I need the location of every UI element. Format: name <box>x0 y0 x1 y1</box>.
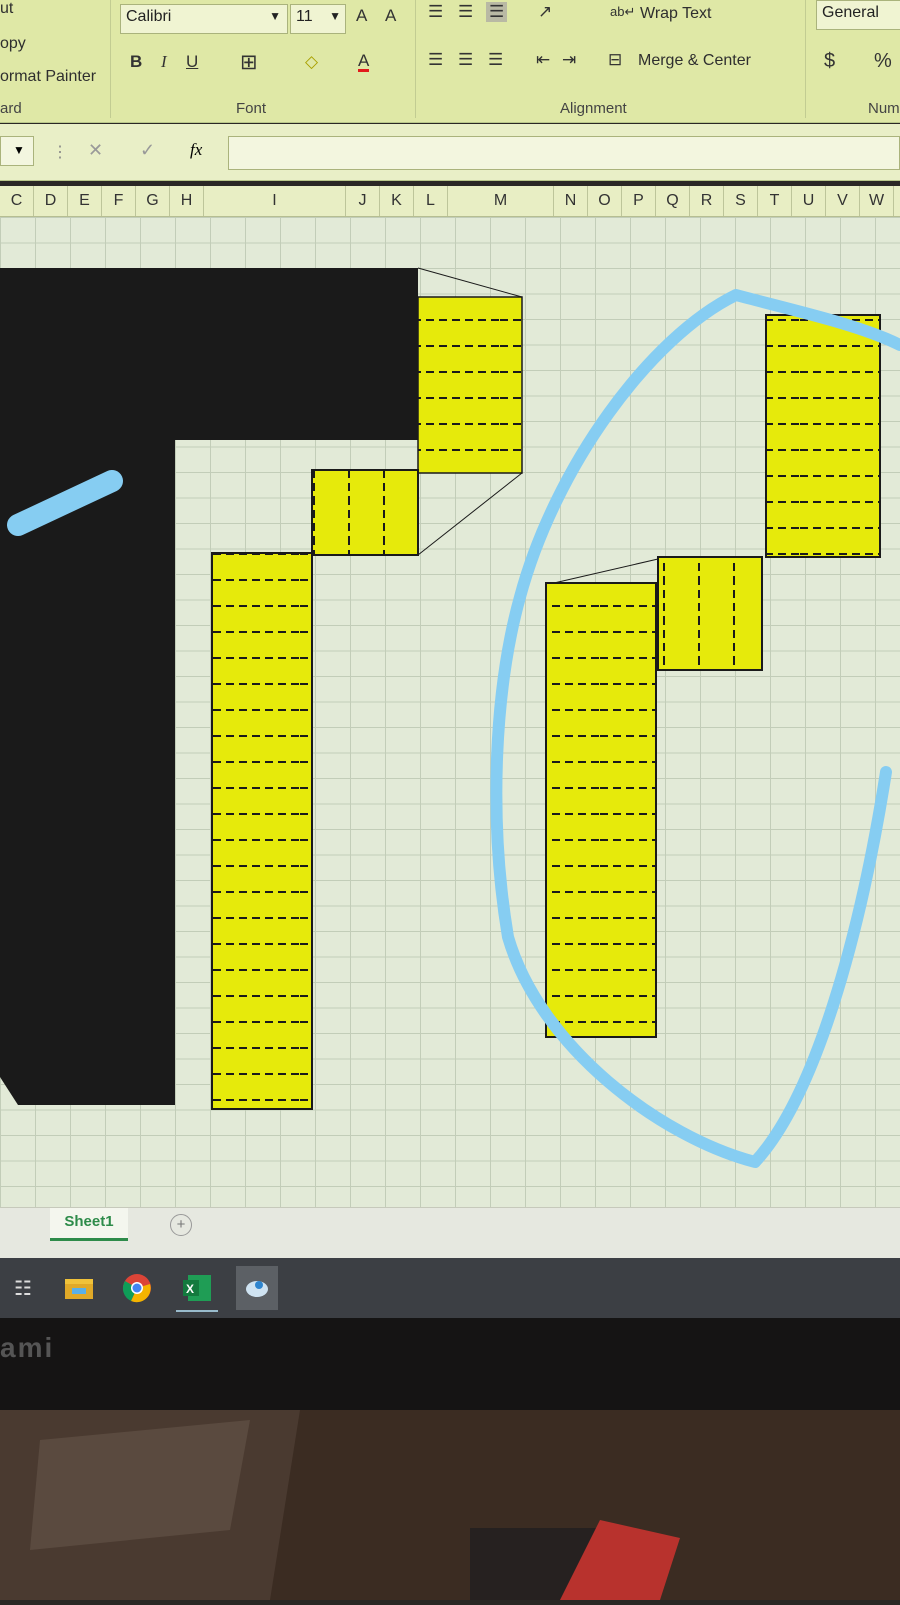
yellow-block <box>657 556 763 671</box>
column-header-t[interactable]: T <box>758 186 792 216</box>
monitor-brand-logo: ami <box>0 1332 55 1363</box>
percent-button[interactable]: % <box>874 50 892 73</box>
align-center-icon[interactable]: ☰ <box>458 50 473 70</box>
column-header-v[interactable]: V <box>826 186 860 216</box>
formula-bar: ▼ ⋮ ✕ ✓ fx <box>0 124 900 181</box>
column-header-k[interactable]: K <box>380 186 414 216</box>
taskbar: ☷ X <box>0 1258 900 1318</box>
ribbon: ut opy ormat Painter ard Calibri ▼ 11 ▼ … <box>0 0 900 123</box>
chevron-down-icon: ▼ <box>269 9 281 23</box>
monitor-bezel: ami <box>0 1318 900 1410</box>
column-header-m[interactable]: M <box>448 186 554 216</box>
align-middle-icon[interactable]: ☰ <box>458 2 473 22</box>
black-shape <box>0 268 418 1105</box>
align-left-icon[interactable]: ☰ <box>428 50 443 70</box>
orientation-icon[interactable]: ↗ <box>538 2 552 22</box>
column-header-c[interactable]: C <box>0 186 34 216</box>
sheet-tab-sheet1[interactable]: Sheet1 <box>50 1208 128 1241</box>
worksheet-grid[interactable] <box>0 217 900 1207</box>
font-size-value: 11 <box>296 8 313 25</box>
font-size-dropdown[interactable]: 11 ▼ <box>290 4 346 34</box>
column-header-h[interactable]: H <box>170 186 204 216</box>
column-headers: CDEFGHIJKLMNOPQRSTUVW <box>0 186 900 217</box>
snipping-tool-icon[interactable] <box>236 1266 278 1310</box>
wrap-text-icon: ab↵ <box>610 4 636 19</box>
align-right-icon[interactable]: ☰ <box>488 50 503 70</box>
column-header-q[interactable]: Q <box>656 186 690 216</box>
currency-button[interactable]: $ <box>824 50 835 73</box>
alignment-group-label: Alignment <box>560 100 627 117</box>
wrap-text-button[interactable]: Wrap Text <box>640 5 711 23</box>
yellow-block <box>311 469 419 556</box>
chevron-down-icon: ▼ <box>329 9 341 23</box>
column-header-o[interactable]: O <box>588 186 622 216</box>
column-header-i[interactable]: I <box>204 186 346 216</box>
connector-line <box>417 472 523 556</box>
ribbon-separator <box>415 0 416 118</box>
chrome-icon[interactable] <box>116 1266 158 1310</box>
sheet-tab-bar: Sheet1 + <box>0 1207 900 1258</box>
column-header-s[interactable]: S <box>724 186 758 216</box>
align-top-icon[interactable]: ☰ <box>428 2 443 22</box>
increase-indent-icon[interactable]: ⇥ <box>562 50 576 70</box>
file-explorer-icon[interactable] <box>58 1266 100 1310</box>
borders-icon[interactable]: ⊞ <box>240 50 258 75</box>
number-format-dropdown[interactable]: General <box>816 0 900 30</box>
yellow-block <box>211 552 313 1110</box>
task-view-icon[interactable]: ☷ <box>2 1266 44 1310</box>
sheet-drawing <box>0 267 900 1168</box>
font-name-value: Calibri <box>126 8 172 25</box>
formula-input[interactable] <box>228 136 900 170</box>
underline-button[interactable]: U <box>186 52 198 72</box>
column-header-w[interactable]: W <box>860 186 894 216</box>
column-header-g[interactable]: G <box>136 186 170 216</box>
desk-items <box>0 1410 680 1605</box>
ribbon-separator <box>805 0 806 118</box>
desk-surface <box>0 1410 900 1605</box>
column-header-r[interactable]: R <box>690 186 724 216</box>
connector-line <box>553 558 659 584</box>
italic-button[interactable]: I <box>161 52 167 72</box>
excel-icon[interactable]: X <box>176 1266 218 1312</box>
align-bottom-icon[interactable]: ☰ <box>486 2 508 22</box>
column-header-f[interactable]: F <box>102 186 136 216</box>
column-header-l[interactable]: L <box>414 186 448 216</box>
connector-line <box>417 267 523 298</box>
column-header-n[interactable]: N <box>554 186 588 216</box>
grow-font-button[interactable]: A <box>356 6 367 26</box>
font-group-label: Font <box>236 100 267 117</box>
clipboard-group-label: ard <box>0 100 22 117</box>
yellow-block <box>417 296 523 474</box>
cut-button[interactable]: ut <box>0 0 13 18</box>
merge-center-icon: ⊟ <box>608 50 623 69</box>
yellow-block <box>545 582 657 1038</box>
svg-text:X: X <box>186 1282 194 1296</box>
chevron-down-icon: ▼ <box>13 143 25 157</box>
column-header-u[interactable]: U <box>792 186 826 216</box>
column-header-p[interactable]: P <box>622 186 656 216</box>
format-painter-button[interactable]: ormat Painter <box>0 68 96 86</box>
copy-button[interactable]: opy <box>0 35 26 53</box>
add-sheet-button[interactable]: + <box>170 1214 192 1236</box>
insert-function-button[interactable]: fx <box>190 140 202 160</box>
cancel-icon[interactable]: ✕ <box>88 140 103 161</box>
column-header-j[interactable]: J <box>346 186 380 216</box>
enter-icon[interactable]: ✓ <box>140 140 155 161</box>
yellow-block <box>765 314 881 558</box>
fill-color-icon[interactable]: ◇ <box>305 52 318 72</box>
number-group-label: Num <box>868 100 900 117</box>
more-options-icon: ⋮ <box>52 144 68 161</box>
name-box[interactable]: ▼ <box>0 136 34 166</box>
font-color-button[interactable]: A <box>358 52 370 72</box>
bold-button[interactable]: B <box>130 52 142 72</box>
number-format-value: General <box>822 4 879 21</box>
merge-center-button[interactable]: Merge & Center <box>638 52 751 70</box>
shrink-font-button[interactable]: A <box>385 6 396 26</box>
ribbon-separator <box>110 0 111 118</box>
decrease-indent-icon[interactable]: ⇤ <box>536 50 550 70</box>
font-name-dropdown[interactable]: Calibri ▼ <box>120 4 288 34</box>
column-header-e[interactable]: E <box>68 186 102 216</box>
column-header-d[interactable]: D <box>34 186 68 216</box>
